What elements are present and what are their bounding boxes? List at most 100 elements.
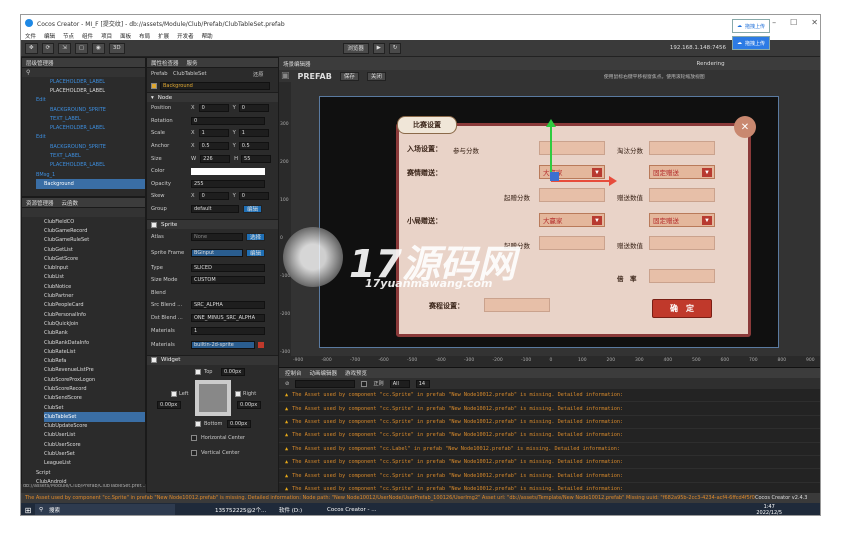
atlas-field[interactable]: None [191,233,243,242]
asset-item[interactable]: ClubScoreRecord [44,384,145,393]
asset-item[interactable]: ClubUserSet [44,449,145,458]
assets-title[interactable]: 资源管理器 [26,199,54,207]
asset-item[interactable]: ClubGetList [44,245,145,254]
asset-item[interactable]: ClubQuickJoin [44,319,145,328]
minimize-icon[interactable]: – [772,18,776,27]
console-log-row[interactable]: ▲ The Asset used by component "cc.Sprite"… [279,429,820,443]
join-score-input[interactable] [539,141,605,155]
menu-extension[interactable]: 扩展 [158,32,169,40]
type-select[interactable]: SLICED [191,263,265,272]
eliminate-score-input[interactable] [649,141,715,155]
menu-layout[interactable]: 布局 [139,32,150,40]
multiplier-input[interactable] [649,269,715,283]
tab-animation[interactable]: 动画编辑器 [310,369,338,377]
cloud-function-tab[interactable]: 云函数 [62,199,79,207]
maximize-icon[interactable]: ☐ [790,18,797,27]
sprite-section[interactable]: Sprite [147,219,278,230]
round-gift-winner-select[interactable]: 大赢家 ▼ [539,213,605,227]
asset-item[interactable]: ClubPartner [44,291,145,300]
console-log-row[interactable]: ▲ The Asset used by component "cc.Sprite"… [279,402,820,416]
menu-edit[interactable]: 编辑 [44,32,55,40]
tree-item[interactable]: PLACEHOLDER_LABEL [36,161,145,170]
asset-item[interactable]: ClubPersonalInfo [44,310,145,319]
atlas-select-button[interactable]: 选择 [246,233,266,242]
service-tab[interactable]: 服务 [187,59,198,67]
taskbar-app-explorer[interactable]: 软件 (D:) [279,506,319,514]
log-level-select[interactable]: All [389,379,410,388]
sprite-frame-edit-button[interactable]: 编辑 [246,249,266,258]
tree-item[interactable]: PLACEHOLDER_LABEL [36,86,145,95]
rendering-select[interactable]: Rendering [697,61,725,67]
tree-item[interactable]: TEXT_LABEL [36,114,145,123]
asset-item[interactable]: ClubGetScore [44,254,145,263]
upload-badge-b[interactable]: ☁ 拖拽上传 [732,36,771,50]
size-h-field[interactable]: 55 [241,154,272,163]
rect-tool-icon[interactable]: ▢ [74,42,89,54]
asset-item[interactable]: ClubNotice [44,282,145,291]
tree-item-selected[interactable]: Background [36,179,145,189]
tab-console[interactable]: 控制台 [285,369,302,377]
skew-x-field[interactable]: 0 [198,192,229,201]
tree-item[interactable]: PLACEHOLDER_LABEL [36,77,145,86]
prefab-save-button[interactable]: 保存 [339,71,359,81]
rotation-field[interactable]: 0 [191,116,265,125]
sprite-enabled-checkbox[interactable] [151,221,157,228]
bottom-checkbox[interactable] [195,420,201,427]
top-checkbox[interactable] [195,368,201,375]
gizmo-center-handle[interactable] [550,172,559,181]
right-checkbox[interactable] [235,390,241,397]
close-icon[interactable]: ✕ [811,18,818,27]
hcenter-checkbox[interactable] [191,434,197,441]
console-log-row[interactable]: ▲ The Asset used by component "cc.Sprite"… [279,456,820,470]
materials-count-field[interactable]: 1 [191,326,265,335]
move-gizmo-x-axis[interactable] [551,180,611,182]
asset-item[interactable]: ClubRankDataInfo [44,338,145,347]
upload-badge-a[interactable]: ☁ 拖拽上传 [732,19,771,33]
top-field[interactable]: 0.00px [221,367,245,376]
right-field[interactable]: 0.00px [237,400,261,409]
asset-item[interactable]: ClubSet [44,403,145,412]
revert-button[interactable]: 还原 [253,71,263,78]
asset-item[interactable]: ClubGameRuleSet [44,236,145,245]
left-field[interactable]: 0.00px [157,400,181,409]
inspector-title[interactable]: 属性检查器 [151,59,179,67]
asset-item[interactable]: ClubUserList [44,431,145,440]
menu-node[interactable]: 节点 [63,32,74,40]
asset-item[interactable]: ClubRevenueListPre [44,366,145,375]
size-w-field[interactable]: 226 [200,154,231,163]
tree-item[interactable]: BMsg_1 [36,170,145,179]
match-gift-winner-select[interactable]: 大赢家▼ [539,165,605,179]
preview-mode-select[interactable]: 浏览器 [342,42,369,54]
asset-item[interactable]: ClubRank [44,329,145,338]
assets-search[interactable] [22,208,145,217]
left-checkbox[interactable] [171,390,177,397]
asset-item[interactable]: ClubUpdateScore [44,422,145,431]
asset-item[interactable]: Script [36,468,145,477]
round-gift-mode-select[interactable]: 固定赠送 ▼ [649,213,715,227]
menu-panel[interactable]: 面板 [120,32,131,40]
bottom-field[interactable]: 0.00px [227,419,251,428]
console-log-row[interactable]: ▲ The Asset used by component "cc.Sprite"… [279,469,820,483]
asset-item[interactable]: ClubUserScore [44,440,145,449]
position-x-field[interactable]: 0 [198,104,229,113]
round-gift-value-input[interactable] [649,236,715,250]
tree-item[interactable]: BACKGROUND_SPRITE [36,105,145,114]
vcenter-checkbox[interactable] [191,450,197,457]
asset-item[interactable]: ClubGameRecord [44,226,145,235]
material-field[interactable]: builtin-2d-sprite [191,340,255,349]
gift-value-input[interactable] [649,188,715,202]
play-icon[interactable]: ▶ [372,42,385,54]
console-log-row[interactable]: ▲ The Asset used by component "cc.Sprite"… [279,416,820,430]
src-blend-select[interactable]: SRC_ALPHA [191,301,265,310]
dialog-close-icon[interactable]: ✕ [734,116,756,138]
anchor-y-field[interactable]: 0.5 [238,142,269,151]
widget-enabled-checkbox[interactable] [151,357,157,364]
asset-item[interactable]: ClubTableSet [44,412,145,422]
tree-item[interactable]: Edit [36,96,145,105]
clear-console-icon[interactable]: ⊘ [285,381,289,387]
asset-item[interactable]: ClubList [44,273,145,282]
tree-item[interactable]: BACKGROUND_SPRITE [36,142,145,151]
taskbar-search[interactable]: ⚲ 搜索 [35,504,175,515]
asset-item[interactable]: ClubRefa [44,356,145,365]
asset-item[interactable]: ClubInput [44,263,145,272]
